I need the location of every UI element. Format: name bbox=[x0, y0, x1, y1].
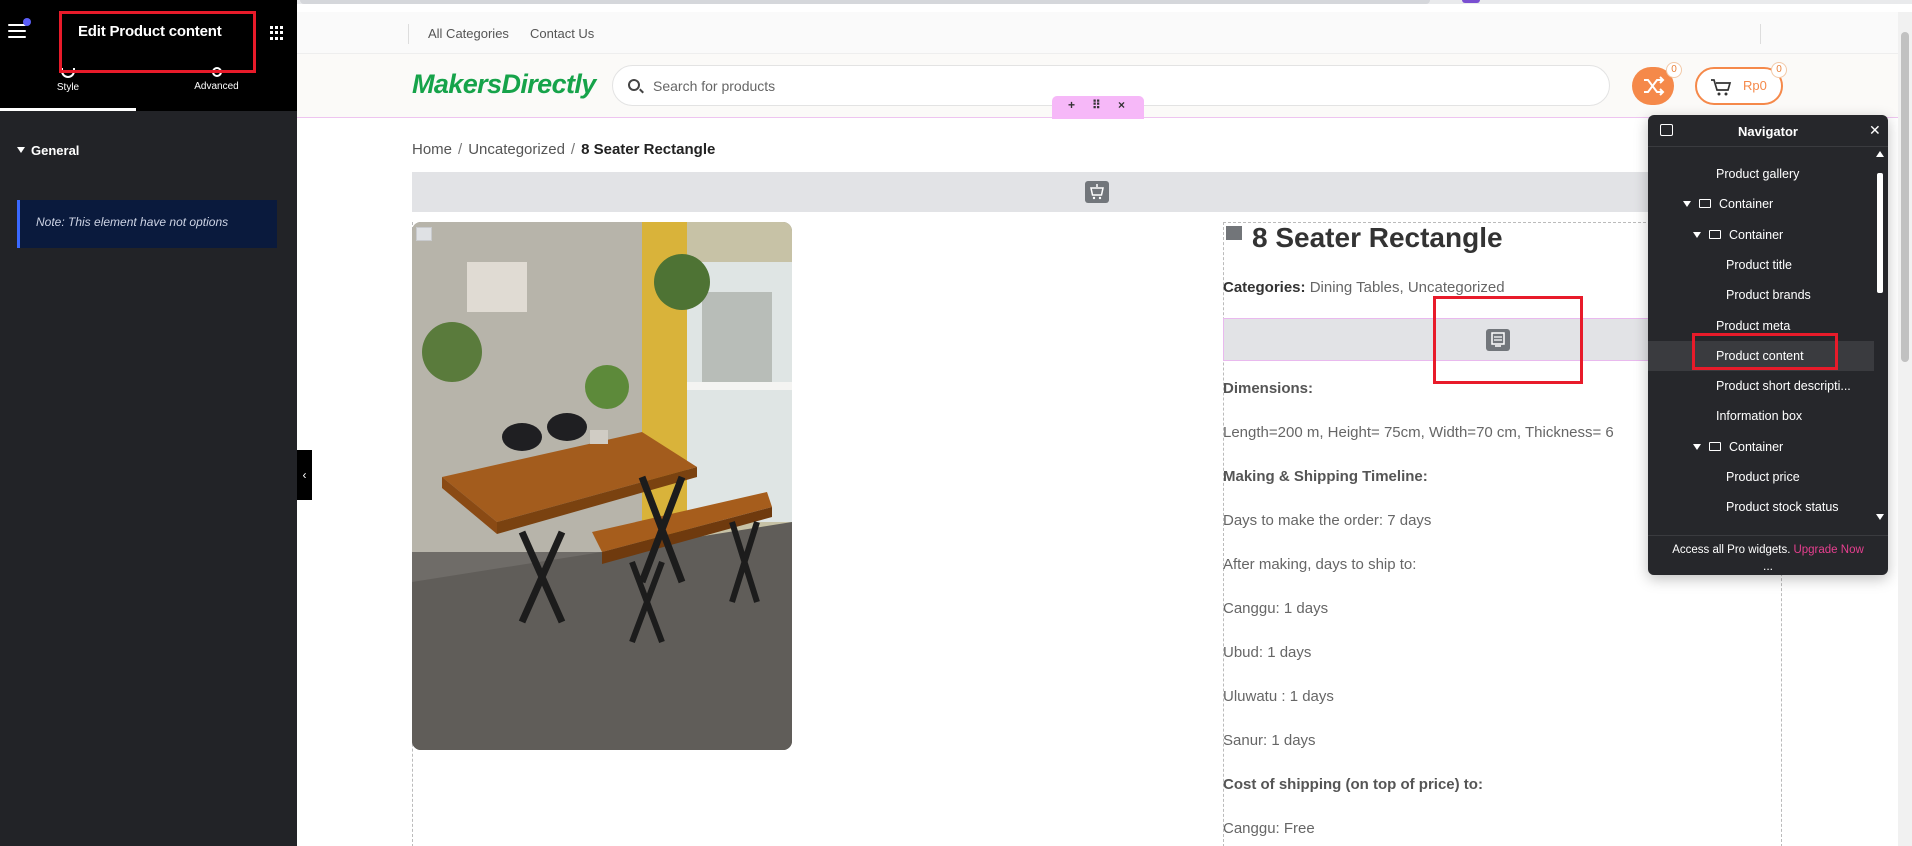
product-title: 8 Seater Rectangle bbox=[1252, 222, 1503, 253]
navigator-item-container[interactable]: Container bbox=[1648, 432, 1874, 462]
highlight-product-content bbox=[1433, 296, 1583, 384]
search-input[interactable] bbox=[653, 76, 1553, 96]
navigator-item-product-gallery[interactable]: Product gallery bbox=[1648, 159, 1874, 189]
cart-notice-icon bbox=[1085, 181, 1109, 203]
navigator-item-label: Product meta bbox=[1716, 318, 1791, 333]
notices-widget-placeholder[interactable] bbox=[412, 172, 1782, 212]
navigator-item-label: Container bbox=[1729, 439, 1784, 454]
upgrade-now-link[interactable]: Upgrade Now bbox=[1793, 544, 1863, 556]
detail-heading: Cost of shipping (on top of price) to: bbox=[1223, 776, 1483, 793]
section-edit-handle: + ⠿ × bbox=[1052, 96, 1144, 119]
cart-amount: Rp0 bbox=[1743, 78, 1767, 93]
detail-line: Uluwatu : 1 days bbox=[1223, 688, 1334, 705]
compare-count-badge: 0 bbox=[1666, 62, 1682, 78]
detail-line: Days to make the order: 7 days bbox=[1223, 512, 1432, 529]
product-categories: Categories: Dining Tables, Uncategorized bbox=[1223, 279, 1505, 296]
highlight-panel-title bbox=[59, 11, 256, 73]
navigator-item-product-brands[interactable]: Product brands bbox=[1648, 280, 1874, 310]
notification-dot bbox=[23, 18, 31, 26]
detail-line: Ubud: 1 days bbox=[1223, 644, 1312, 661]
delete-section-icon[interactable]: × bbox=[1118, 98, 1125, 112]
section-general-toggle[interactable]: General bbox=[17, 143, 79, 158]
breadcrumb-current: 8 Seater Rectangle bbox=[581, 141, 716, 158]
navigator-item-container[interactable]: Container bbox=[1648, 189, 1874, 219]
navigator-item-label: Product short descripti... bbox=[1716, 379, 1851, 394]
site-logo[interactable]: MakersDirectly bbox=[412, 69, 596, 100]
site-topbar: All Categories Contact Us bbox=[297, 12, 1898, 54]
cart-count-badge: 0 bbox=[1771, 62, 1787, 78]
nav-all-categories[interactable]: All Categories bbox=[428, 26, 509, 41]
scroll-up-icon[interactable] bbox=[1876, 151, 1884, 157]
container-icon bbox=[1699, 199, 1711, 209]
caret-down-icon[interactable] bbox=[1693, 443, 1701, 450]
detail-heading: Making & Shipping Timeline: bbox=[1223, 468, 1428, 485]
scroll-thumb[interactable] bbox=[1877, 173, 1883, 293]
nav-contact-us[interactable]: Contact Us bbox=[530, 26, 594, 41]
highlight-nav-product-content bbox=[1692, 333, 1838, 370]
category-link-dining-tables[interactable]: Dining Tables bbox=[1310, 279, 1400, 296]
widgets-grid-icon[interactable] bbox=[270, 26, 284, 40]
detail-heading: Dimensions: bbox=[1223, 380, 1314, 397]
cart-icon bbox=[1711, 79, 1732, 96]
detail-line: Sanur: 1 days bbox=[1223, 732, 1316, 749]
product-image[interactable] bbox=[412, 222, 792, 750]
navigator-item-label: Product gallery bbox=[1716, 167, 1800, 181]
navigator-item-product-stock-status[interactable]: Product stock status bbox=[1648, 492, 1874, 522]
edit-summary-handle[interactable] bbox=[1226, 226, 1242, 240]
navigator-item-product-price[interactable]: Product price bbox=[1648, 462, 1874, 492]
navigator-item-label: Product brands bbox=[1726, 288, 1811, 303]
page-scroll-thumb[interactable] bbox=[1901, 32, 1909, 362]
page-scrollbar[interactable] bbox=[1898, 12, 1912, 846]
navigator-more[interactable]: ... bbox=[1648, 560, 1888, 572]
navigator-scrollbar[interactable] bbox=[1875, 151, 1885, 531]
close-icon[interactable]: ✕ bbox=[1869, 122, 1881, 139]
breadcrumb: Home / Uncategorized/8 Seater Rectangle bbox=[412, 141, 716, 158]
category-link-uncategorized[interactable]: Uncategorized bbox=[1408, 279, 1505, 296]
add-section-icon[interactable]: + bbox=[1068, 98, 1075, 112]
collapse-panel-button[interactable]: ‹ bbox=[297, 450, 312, 500]
breadcrumb-home[interactable]: Home bbox=[412, 141, 452, 158]
navigator-item-label: Container bbox=[1719, 197, 1774, 212]
edit-gallery-handle[interactable] bbox=[416, 227, 432, 241]
detail-line: Length=200 m, Height= 75cm, Width=70 cm,… bbox=[1223, 424, 1614, 441]
search-icon bbox=[628, 79, 640, 91]
caret-down-icon[interactable] bbox=[1683, 201, 1691, 208]
scroll-down-icon[interactable] bbox=[1876, 514, 1884, 520]
navigator-item-container[interactable]: Container bbox=[1648, 220, 1874, 250]
navigator-item-label: Product stock status bbox=[1726, 500, 1839, 515]
navigator-item-label: Product title bbox=[1726, 257, 1793, 272]
navigator-item-information-box[interactable]: Information box bbox=[1648, 401, 1874, 431]
detail-line: Canggu: Free bbox=[1223, 820, 1315, 837]
detail-line: Canggu: 1 days bbox=[1223, 600, 1329, 617]
editor-panel: Edit Product content Style Advanced Gene… bbox=[0, 0, 297, 846]
breadcrumb-category[interactable]: Uncategorized bbox=[468, 141, 565, 158]
caret-down-icon[interactable] bbox=[1693, 231, 1701, 238]
navigator-footer: Access all Pro widgets. Upgrade Now bbox=[1648, 535, 1888, 561]
detail-line: After making, days to ship to: bbox=[1223, 556, 1417, 573]
navigator-item-product-short-descripti[interactable]: Product short descripti... bbox=[1648, 371, 1874, 401]
container-icon bbox=[1709, 229, 1721, 239]
cart-button[interactable]: Rp0 bbox=[1695, 67, 1783, 105]
extension-icon[interactable] bbox=[1462, 0, 1480, 3]
container-icon bbox=[1709, 441, 1721, 451]
navigator-item-label: Product price bbox=[1726, 470, 1800, 484]
navigator-item-label: Container bbox=[1729, 227, 1784, 242]
navigator-item-label: Information box bbox=[1716, 409, 1803, 424]
caret-down-icon bbox=[17, 147, 25, 153]
navigator-header[interactable]: Navigator ✕ bbox=[1648, 115, 1888, 147]
drag-handle-icon[interactable]: ⠿ bbox=[1092, 98, 1101, 112]
navigator-title: Navigator bbox=[1738, 124, 1798, 139]
menu-icon[interactable] bbox=[8, 24, 26, 40]
navigator-item-product-title[interactable]: Product title bbox=[1648, 250, 1874, 280]
note-box: Note: This element have not options bbox=[17, 200, 277, 248]
